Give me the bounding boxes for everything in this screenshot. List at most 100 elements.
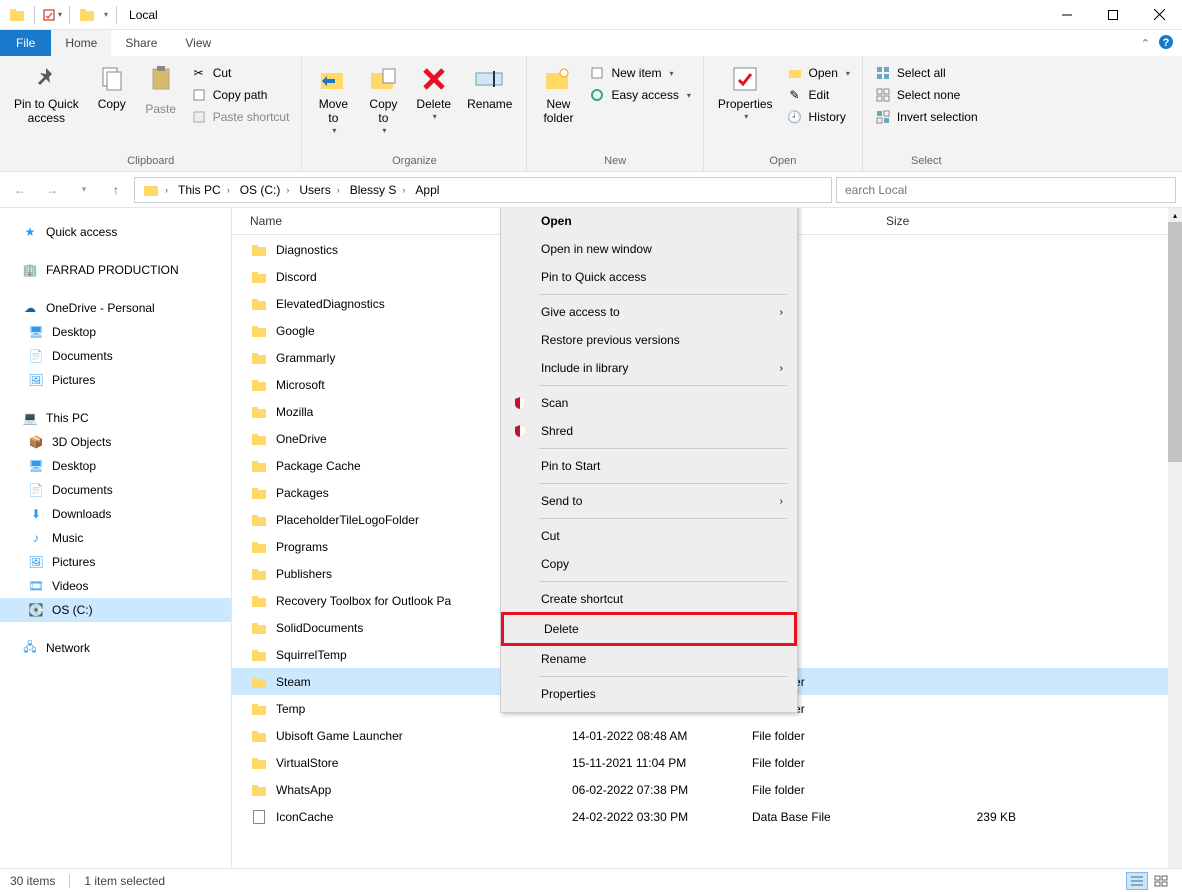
sidebar-network[interactable]: 🖧Network	[0, 636, 231, 660]
help-icon[interactable]: ?	[1158, 34, 1174, 53]
breadcrumb[interactable]: This PC›	[174, 183, 234, 197]
view-details-button[interactable]	[1126, 872, 1148, 890]
sidebar-item[interactable]: 📄Documents	[0, 478, 231, 502]
ctx-properties[interactable]: Properties	[501, 680, 797, 708]
pin-to-quick-access-button[interactable]: Pin to Quick access	[6, 58, 87, 126]
sidebar-item[interactable]: ⬇Downloads	[0, 502, 231, 526]
folder-icon	[250, 700, 268, 718]
qat-properties-icon[interactable]: ▾	[41, 4, 63, 26]
file-name: VirtualStore	[276, 756, 572, 770]
file-row[interactable]: Ubisoft Game Launcher14-01-2022 08:48 AM…	[232, 722, 1168, 749]
folder-icon	[250, 268, 268, 286]
ctx-cut[interactable]: Cut	[501, 522, 797, 550]
tab-home[interactable]: Home	[51, 30, 111, 56]
up-button[interactable]: ↑	[102, 176, 130, 204]
select-none-button[interactable]: Select none	[869, 84, 984, 106]
address-bar[interactable]: › This PC› OS (C:)› Users› Blessy S› App…	[134, 177, 832, 203]
sidebar-item[interactable]: 📄Documents	[0, 344, 231, 368]
new-folder-button[interactable]: New folder	[533, 58, 583, 126]
search-input[interactable]: earch Local	[836, 177, 1176, 203]
file-row[interactable]: VirtualStore15-11-2021 11:04 PMFile fold…	[232, 749, 1168, 776]
ctx-shred[interactable]: Shred	[501, 417, 797, 445]
rename-button[interactable]: Rename	[459, 58, 520, 112]
scrollbar[interactable]: ▴	[1168, 208, 1182, 868]
view-thumbnails-button[interactable]	[1150, 872, 1172, 890]
delete-button[interactable]: Delete▾	[408, 58, 459, 121]
sidebar-item[interactable]: 🎞Videos	[0, 574, 231, 598]
ctx-create-shortcut[interactable]: Create shortcut	[501, 585, 797, 613]
paste-shortcut-button[interactable]: Paste shortcut	[185, 106, 296, 128]
cut-button[interactable]: ✂Cut	[185, 62, 296, 84]
ctx-pin-start[interactable]: Pin to Start	[501, 452, 797, 480]
forward-button[interactable]: →	[38, 176, 66, 204]
ctx-pin-quick-access[interactable]: Pin to Quick access	[501, 263, 797, 291]
titlebar: ▾ ▾ Local	[0, 0, 1182, 30]
file-row[interactable]: IconCache24-02-2022 03:30 PMData Base Fi…	[232, 803, 1168, 830]
folder-icon	[250, 322, 268, 340]
navigation-pane[interactable]: ★Quick access 🏢FARRAD PRODUCTION ☁OneDri…	[0, 208, 232, 868]
ctx-include-library[interactable]: Include in library›	[501, 354, 797, 382]
folder-icon	[250, 241, 268, 259]
ctx-scan[interactable]: Scan	[501, 389, 797, 417]
close-button[interactable]	[1136, 0, 1182, 30]
tab-file[interactable]: File	[0, 30, 51, 56]
sidebar-item[interactable]: 📦3D Objects	[0, 430, 231, 454]
recent-dropdown[interactable]: ▾	[70, 176, 98, 204]
sidebar-item[interactable]: 🖼Pictures	[0, 550, 231, 574]
sidebar-farrad[interactable]: 🏢FARRAD PRODUCTION	[0, 258, 231, 282]
copy-button[interactable]: Copy	[87, 58, 137, 112]
sidebar-item[interactable]: 🖼Pictures	[0, 368, 231, 392]
ribbon-tabs: File Home Share View ⌃ ?	[0, 30, 1182, 56]
breadcrumb[interactable]: Appl	[411, 183, 443, 197]
history-button[interactable]: 🕘History	[781, 106, 856, 128]
qat-dropdown[interactable]: ▾	[104, 10, 108, 19]
ctx-delete[interactable]: Delete	[501, 612, 797, 646]
svg-text:?: ?	[1163, 37, 1170, 49]
qat-folder-icon[interactable]	[76, 4, 98, 26]
file-name: WhatsApp	[276, 783, 572, 797]
move-to-button[interactable]: Move to▾	[308, 58, 358, 135]
back-button[interactable]: ←	[6, 176, 34, 204]
collapse-ribbon-icon[interactable]: ⌃	[1141, 37, 1150, 50]
maximize-button[interactable]	[1090, 0, 1136, 30]
easy-access-button[interactable]: Easy access▾	[583, 84, 696, 106]
ctx-give-access[interactable]: Give access to›	[501, 298, 797, 326]
sidebar-this-pc[interactable]: 💻This PC	[0, 406, 231, 430]
copy-to-button[interactable]: Copy to▾	[358, 58, 408, 135]
open-button[interactable]: Open▾	[781, 62, 856, 84]
ctx-open[interactable]: Open	[501, 208, 797, 235]
ctx-rename[interactable]: Rename	[501, 645, 797, 673]
select-all-button[interactable]: Select all	[869, 62, 984, 84]
file-row[interactable]: WhatsApp06-02-2022 07:38 PMFile folder	[232, 776, 1168, 803]
breadcrumb[interactable]: OS (C:)›	[236, 183, 294, 197]
breadcrumb-root-icon[interactable]: ›	[139, 182, 172, 198]
properties-button[interactable]: Properties▾	[710, 58, 781, 121]
sidebar-item[interactable]: 🖥Desktop	[0, 320, 231, 344]
edit-button[interactable]: ✎Edit	[781, 84, 856, 106]
column-size[interactable]: Size	[878, 208, 1018, 234]
sidebar-quick-access[interactable]: ★Quick access	[0, 220, 231, 244]
sidebar-item[interactable]: 🖥Desktop	[0, 454, 231, 478]
folder-icon	[250, 484, 268, 502]
paste-button[interactable]: Paste	[137, 58, 185, 120]
tab-view[interactable]: View	[171, 30, 225, 56]
breadcrumb[interactable]: Users›	[295, 183, 343, 197]
ctx-open-new-window[interactable]: Open in new window	[501, 235, 797, 263]
new-item-button[interactable]: New item▾	[583, 62, 696, 84]
minimize-button[interactable]	[1044, 0, 1090, 30]
ctx-send-to[interactable]: Send to›	[501, 487, 797, 515]
breadcrumb[interactable]: Blessy S›	[346, 183, 410, 197]
sidebar-onedrive[interactable]: ☁OneDrive - Personal	[0, 296, 231, 320]
tab-share[interactable]: Share	[111, 30, 171, 56]
folder-icon	[250, 457, 268, 475]
ctx-copy[interactable]: Copy	[501, 550, 797, 578]
file-type: File folder	[752, 783, 896, 797]
folder-icon	[250, 295, 268, 313]
invert-selection-button[interactable]: Invert selection	[869, 106, 984, 128]
sidebar-item[interactable]: ♪Music	[0, 526, 231, 550]
ctx-restore-versions[interactable]: Restore previous versions	[501, 326, 797, 354]
select-group-label: Select	[869, 153, 984, 171]
copy-path-button[interactable]: Copy path	[185, 84, 296, 106]
organize-group-label: Organize	[308, 153, 520, 171]
sidebar-item-os-c[interactable]: 💽OS (C:)	[0, 598, 231, 622]
